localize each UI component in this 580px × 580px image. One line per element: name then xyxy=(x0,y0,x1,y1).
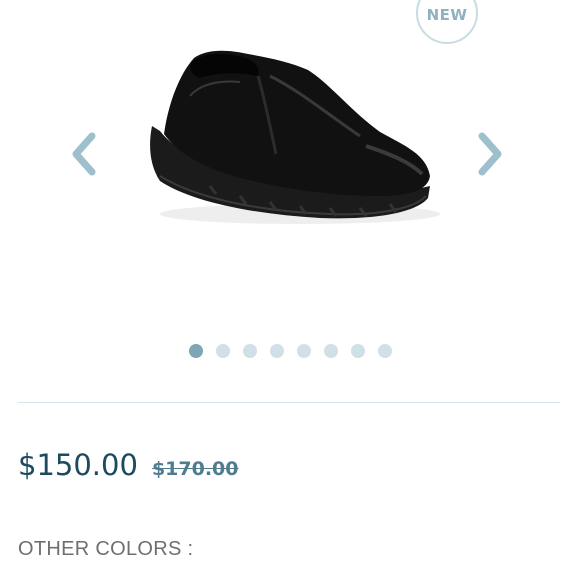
original-price: $170.00 xyxy=(151,458,239,480)
gallery-dot-3[interactable] xyxy=(242,344,257,358)
new-badge-label: NEW xyxy=(426,6,468,24)
gallery-pagination xyxy=(0,344,580,358)
gallery-dot-7[interactable] xyxy=(350,344,365,358)
product-gallery: NEW xyxy=(0,0,580,330)
other-colors-label: OTHER COLORS : xyxy=(18,538,194,560)
gallery-dot-8[interactable] xyxy=(377,344,392,358)
gallery-dot-6[interactable] xyxy=(323,344,338,358)
gallery-next-button[interactable] xyxy=(472,130,508,178)
section-divider xyxy=(18,402,560,403)
current-price: $150.00 xyxy=(18,448,138,482)
gallery-dot-4[interactable] xyxy=(269,344,284,358)
gallery-prev-button[interactable] xyxy=(66,130,102,178)
gallery-dot-1[interactable] xyxy=(188,344,203,358)
product-image[interactable] xyxy=(130,36,450,236)
product-page: NEW $150.00 $170.00 OTHER COLORS: xyxy=(0,0,580,580)
chevron-left-icon xyxy=(72,132,96,176)
price-row: $150.00 $170.00 xyxy=(18,448,238,482)
gallery-dot-2[interactable] xyxy=(215,344,230,358)
chevron-right-icon xyxy=(478,132,502,176)
gallery-dot-5[interactable] xyxy=(296,344,311,358)
